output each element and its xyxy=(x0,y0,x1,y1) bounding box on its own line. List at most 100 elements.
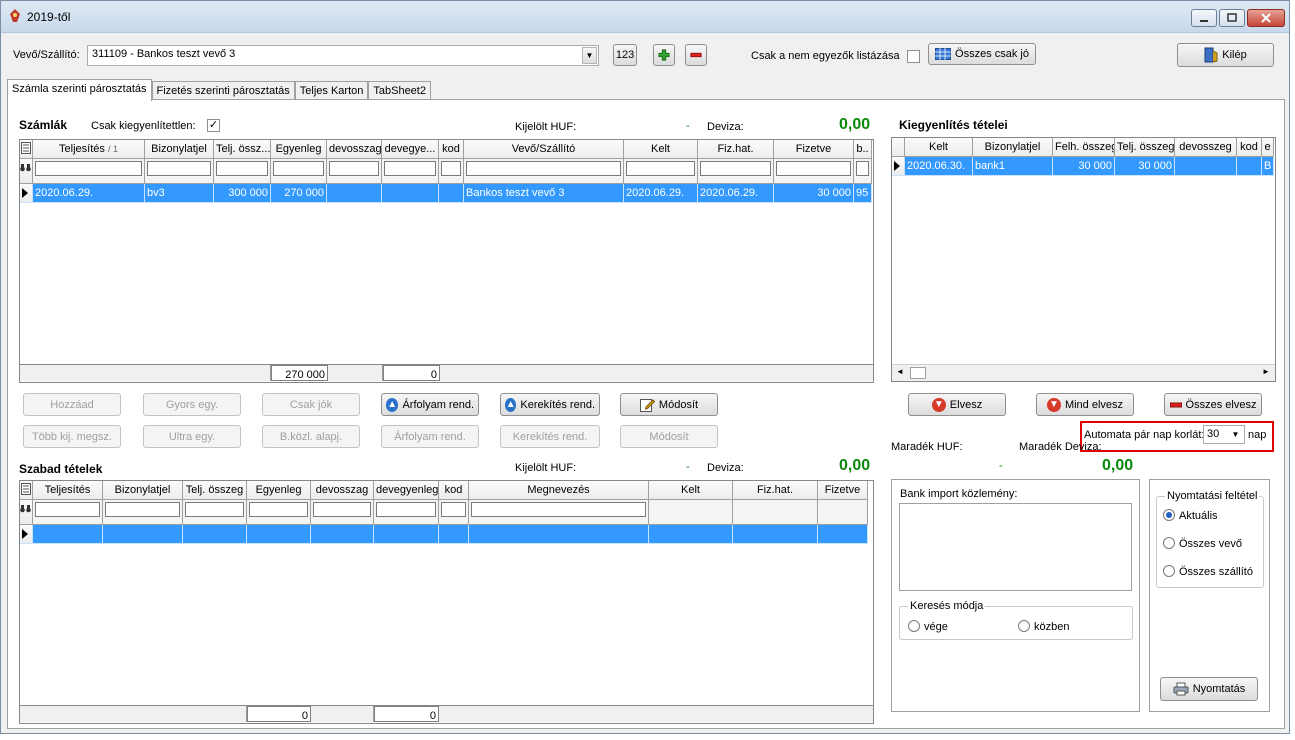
col-telj-osszeg[interactable]: Telj. össz... xyxy=(214,140,271,159)
col-vevo-szallito[interactable]: Vevő/Szállító xyxy=(464,140,624,159)
cell-devegyenleg[interactable] xyxy=(382,184,439,203)
filter-kod-input[interactable] xyxy=(441,502,466,517)
bkozl-alapj-button[interactable]: B.közl. alapj. xyxy=(262,425,360,448)
aktualis-radio[interactable]: Aktuális xyxy=(1163,509,1218,522)
filter-bizonylatjel-input[interactable] xyxy=(147,161,211,176)
kereses-kozben-radio[interactable]: közben xyxy=(1018,620,1069,633)
scrollbar-thumb[interactable] xyxy=(910,367,926,379)
col-devegyenleg[interactable]: devegyenleg xyxy=(374,481,439,500)
cell-vevo[interactable]: Bankos teszt vevő 3 xyxy=(464,184,624,203)
col-egyenleg[interactable]: Egyenleg xyxy=(247,481,311,500)
col-fizetve[interactable]: Fizetve xyxy=(774,140,854,159)
kiegy-grid[interactable]: Kelt Bizonylatjel Felh. összeg Telj. öss… xyxy=(891,137,1276,382)
kerekites-rend-2-button[interactable]: Kerekítés rend. xyxy=(500,425,600,448)
table-row[interactable] xyxy=(20,525,868,544)
chevron-down-icon[interactable]: ▼ xyxy=(582,47,597,64)
filter-devegyenleg-input[interactable] xyxy=(376,502,436,517)
osszes-szallito-radio[interactable]: Összes szállító xyxy=(1163,565,1253,578)
hozzaad-button[interactable]: Hozzáad xyxy=(23,393,121,416)
cell-teljesites[interactable]: 2020.06.29. xyxy=(33,184,145,203)
scroll-right-icon[interactable]: ► xyxy=(1262,367,1270,376)
cell-felh-osszeg[interactable]: 30 000 xyxy=(1053,157,1115,176)
filter-kod-input[interactable] xyxy=(441,161,461,176)
gyors-egy-button[interactable]: Gyors egy. xyxy=(143,393,241,416)
cell-kelt[interactable]: 2020.06.29. xyxy=(624,184,698,203)
col-kelt[interactable]: Kelt xyxy=(624,140,698,159)
col-kod[interactable]: kod xyxy=(439,481,469,500)
tab-teljes-karton[interactable]: Teljes Karton xyxy=(294,81,369,101)
cell-kod[interactable] xyxy=(1237,157,1262,176)
filter-devegyenleg-input[interactable] xyxy=(384,161,436,176)
col-egyenleg[interactable]: Egyenleg xyxy=(271,140,327,159)
filter-teljesites-input[interactable] xyxy=(35,502,100,517)
filter-kelt-input[interactable] xyxy=(626,161,695,176)
col-fiz-hat[interactable]: Fiz.hat. xyxy=(698,140,774,159)
csak-jok-button[interactable]: Csak jók xyxy=(262,393,360,416)
modosit-2-button[interactable]: Módosít xyxy=(620,425,718,448)
filter-telj-osszeg-input[interactable] xyxy=(185,502,244,517)
filter-egyenleg-input[interactable] xyxy=(249,502,308,517)
osszes-elvesz-button[interactable]: Összes elvesz xyxy=(1164,393,1262,416)
chevron-down-icon[interactable]: ▼ xyxy=(1228,427,1243,442)
modosit-button[interactable]: Módosít xyxy=(620,393,718,416)
col-fizetve[interactable]: Fizetve xyxy=(818,481,868,500)
maximize-button[interactable] xyxy=(1219,9,1245,27)
filter-devosszag-input[interactable] xyxy=(313,502,371,517)
cell-telj-osszeg[interactable]: 300 000 xyxy=(214,184,271,203)
col-fiz-hat[interactable]: Fiz.hat. xyxy=(733,481,818,500)
col-bizonylatjel[interactable]: Bizonylatjel xyxy=(973,138,1053,157)
tobb-kij-megsz-button[interactable]: Több kij. megsz. xyxy=(23,425,121,448)
filter-teljesites-input[interactable] xyxy=(35,161,142,176)
col-telj-osszeg[interactable]: Telj. összeg xyxy=(1115,138,1175,157)
szamlak-grid[interactable]: Teljesítés / 1 Bizonylatjel Telj. össz..… xyxy=(19,139,874,383)
cell-b[interactable]: 95 xyxy=(854,184,872,203)
kerekites-rend-button[interactable]: ▲ Kerekítés rend. xyxy=(500,393,600,416)
filter-vevo-input[interactable] xyxy=(466,161,621,176)
mind-elvesz-button[interactable]: ▼ Mind elvesz xyxy=(1036,393,1134,416)
col-teljesites[interactable]: Teljesítés xyxy=(33,481,103,500)
cell-egyenleg[interactable]: 270 000 xyxy=(271,184,327,203)
arfolyam-rend-button[interactable]: ▲ Árfolyam rend. xyxy=(381,393,479,416)
col-kelt[interactable]: Kelt xyxy=(649,481,733,500)
filter-megnevezes-input[interactable] xyxy=(471,502,646,517)
tab-szamla-parosztatas[interactable]: Számla szerinti párosztatás xyxy=(7,79,152,101)
osszes-csak-jo-button[interactable]: Összes csak jó xyxy=(928,43,1036,65)
close-button[interactable] xyxy=(1247,9,1285,27)
col-devosszeg[interactable]: devosszeg xyxy=(1175,138,1237,157)
col-b[interactable]: b.. xyxy=(854,140,872,159)
minimize-button[interactable] xyxy=(1191,9,1217,27)
col-devosszag[interactable]: devosszag xyxy=(327,140,382,159)
filter-b-input[interactable] xyxy=(856,161,869,176)
col-e[interactable]: e xyxy=(1262,138,1274,157)
filter-egyenleg-input[interactable] xyxy=(273,161,324,176)
cell-kelt[interactable]: 2020.06.30. xyxy=(905,157,973,176)
filter-devosszag-input[interactable] xyxy=(329,161,379,176)
col-bizonylatjel[interactable]: Bizonylatjel xyxy=(103,481,183,500)
col-devosszag[interactable]: devosszag xyxy=(311,481,374,500)
tab-fizetes-parosztatas[interactable]: Fizetés szerinti párosztatás xyxy=(151,81,295,101)
filter-telj-osszeg-input[interactable] xyxy=(216,161,268,176)
table-row[interactable]: 2020.06.30. bank1 30 000 30 000 B xyxy=(892,157,1274,176)
scroll-left-icon[interactable]: ◄ xyxy=(896,367,904,376)
cell-devosszeg[interactable] xyxy=(1175,157,1237,176)
elvesz-button[interactable]: ▼ Elvesz xyxy=(908,393,1006,416)
add-vevo-button[interactable] xyxy=(653,44,675,66)
horizontal-scrollbar[interactable]: ◄ ► xyxy=(892,364,1275,381)
remove-vevo-button[interactable] xyxy=(685,44,707,66)
arfolyam-rend-2-button[interactable]: Árfolyam rend. xyxy=(381,425,479,448)
vevo-select[interactable]: 311109 - Bankos teszt vevő 3 ▼ xyxy=(87,45,599,66)
bank-import-textarea[interactable] xyxy=(899,503,1132,591)
cell-fizhat[interactable]: 2020.06.29. xyxy=(698,184,774,203)
cell-bizonylatjel[interactable]: bank1 xyxy=(973,157,1053,176)
filter-bizonylatjel-input[interactable] xyxy=(105,502,180,517)
cell-telj-osszeg[interactable]: 30 000 xyxy=(1115,157,1175,176)
cell-fizetve[interactable]: 30 000 xyxy=(774,184,854,203)
cell-kod[interactable] xyxy=(439,184,464,203)
table-row[interactable]: 2020.06.29. bv3 300 000 270 000 Bankos t… xyxy=(20,184,872,203)
ultra-egy-button[interactable]: Ultra egy. xyxy=(143,425,241,448)
cell-e[interactable]: B xyxy=(1262,157,1274,176)
csak-kiegy-checkbox[interactable]: ✓ xyxy=(207,119,220,132)
nyomtatas-button[interactable]: Nyomtatás xyxy=(1160,677,1258,701)
kilep-button[interactable]: Kilép xyxy=(1177,43,1274,67)
csak-nem-egyezok-checkbox[interactable] xyxy=(907,50,920,63)
